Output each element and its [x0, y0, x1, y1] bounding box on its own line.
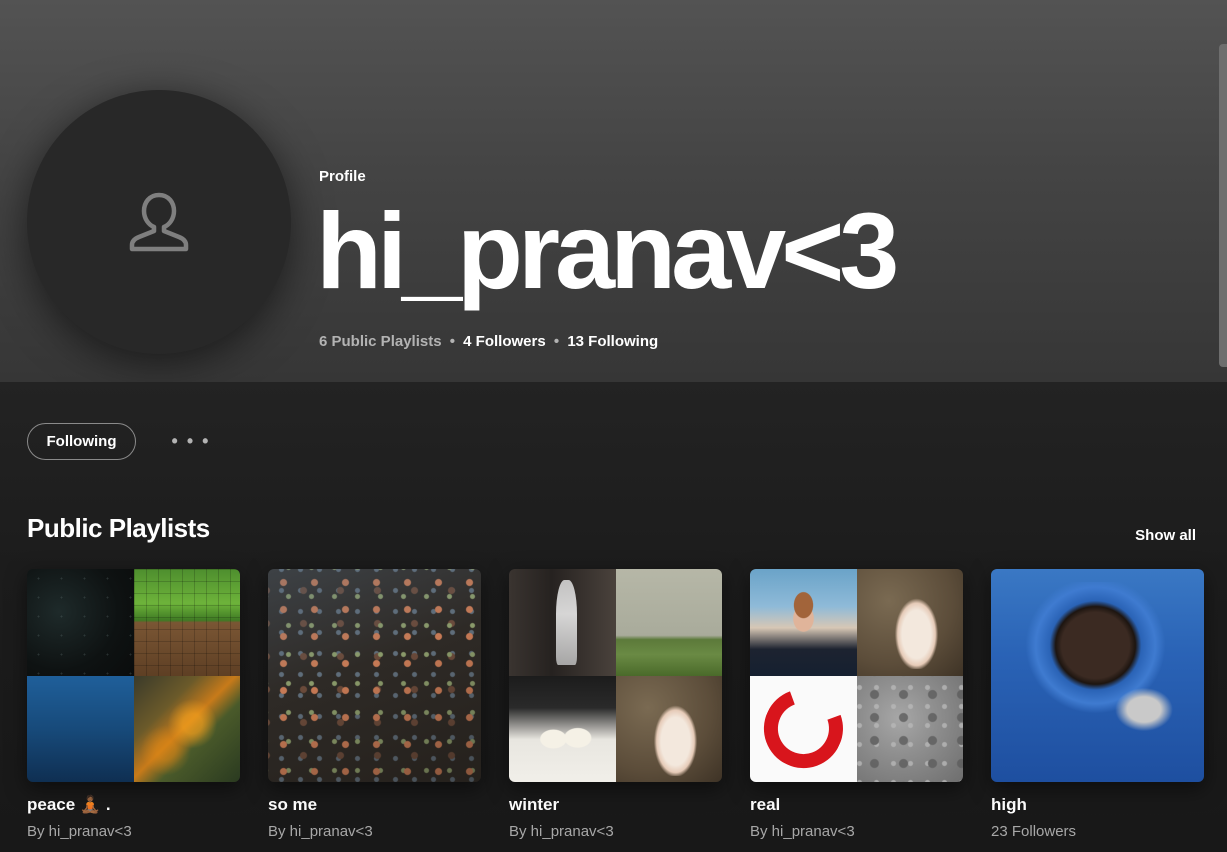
- cover-tile: [750, 675, 857, 782]
- profile-type-label: Profile: [319, 168, 366, 185]
- cover-tile: [27, 675, 134, 782]
- playlist-card[interactable]: real By hi_pranav<3: [750, 569, 963, 840]
- profile-avatar[interactable]: [27, 90, 291, 354]
- stats-separator: •: [553, 333, 560, 350]
- playlist-title[interactable]: so me: [268, 795, 481, 815]
- following-button[interactable]: Following: [27, 423, 136, 460]
- cover-tile: [509, 569, 616, 676]
- more-options-icon[interactable]: • • •: [170, 425, 212, 457]
- playlist-cover: [750, 569, 963, 782]
- cover-tile: [27, 569, 134, 676]
- playlist-title[interactable]: high: [991, 795, 1204, 815]
- user-icon: [129, 192, 189, 252]
- scrollbar-thumb[interactable]: [1219, 44, 1227, 367]
- profile-name: hi_pranav<3: [316, 190, 899, 311]
- playlist-subtitle: By hi_pranav<3: [750, 823, 855, 840]
- playlist-title[interactable]: peace 🧘🏾 .: [27, 795, 240, 815]
- stats-separator: •: [449, 333, 455, 350]
- playlist-subtitle: By hi_pranav<3: [509, 823, 614, 840]
- playlist-cover: [268, 569, 481, 782]
- cover-tile: [615, 569, 722, 676]
- playlist-card[interactable]: peace 🧘🏾 . By hi_pranav<3: [27, 569, 240, 840]
- playlist-subtitle: By hi_pranav<3: [27, 823, 132, 840]
- cover-tile: [856, 675, 963, 782]
- section-title: Public Playlists: [27, 513, 210, 543]
- playlist-title[interactable]: winter: [509, 795, 722, 815]
- profile-header: Profile hi_pranav<3 6 Public Playlists •…: [0, 0, 1227, 382]
- playlist-subtitle: By hi_pranav<3: [268, 823, 373, 840]
- profile-stats: 6 Public Playlists • 4 Followers • 13 Fo…: [319, 333, 658, 350]
- show-all-link[interactable]: Show all: [1135, 527, 1196, 544]
- playlist-card[interactable]: so me By hi_pranav<3: [268, 569, 481, 840]
- cover-tile: [133, 675, 240, 782]
- cover-tile: [750, 569, 857, 676]
- playlist-title[interactable]: real: [750, 795, 963, 815]
- followers-count[interactable]: 4 Followers: [463, 333, 546, 350]
- playlist-cover: [509, 569, 722, 782]
- cover-tile: [133, 569, 240, 676]
- following-count[interactable]: 13 Following: [567, 333, 658, 350]
- playlist-cover: [991, 569, 1204, 782]
- playlist-subtitle: 23 Followers: [991, 823, 1077, 840]
- cover-tile: [509, 675, 616, 782]
- playlist-card[interactable]: winter By hi_pranav<3: [509, 569, 722, 840]
- cover-tile: [615, 675, 722, 782]
- cover-tile: [856, 569, 963, 676]
- playlist-card[interactable]: high 23 Followers: [991, 569, 1204, 840]
- playlist-cover: [27, 569, 240, 782]
- public-playlists-count[interactable]: 6 Public Playlists: [319, 333, 442, 350]
